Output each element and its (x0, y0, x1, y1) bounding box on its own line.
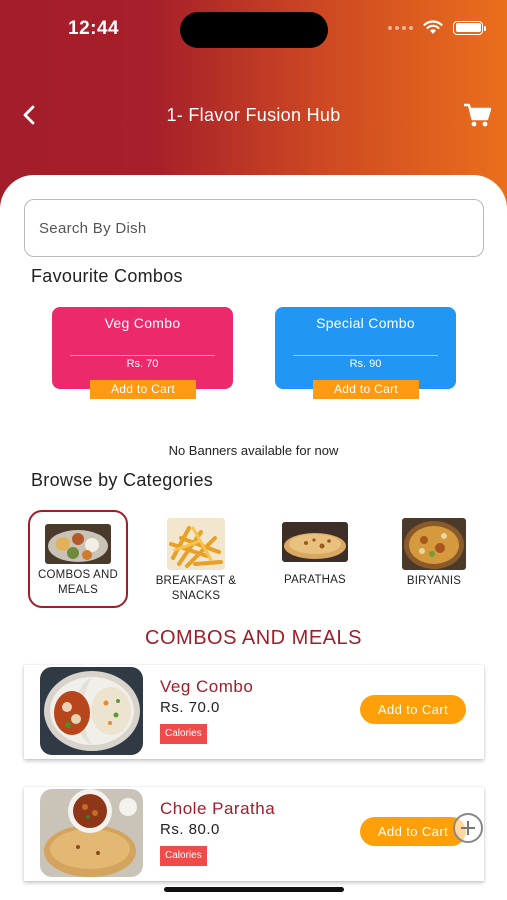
add-to-cart-button[interactable]: Add to Cart (313, 380, 419, 399)
divider (293, 355, 438, 356)
category-biryanis[interactable]: BIRYANIS (384, 512, 484, 589)
status-time: 12:44 (68, 18, 120, 39)
item-price: Rs. 70.0 (160, 699, 220, 716)
category-label: BREAKFAST & SNACKS (155, 575, 237, 602)
category-parathas[interactable]: PARATHAS (265, 512, 365, 588)
divider (70, 355, 215, 356)
combo-name: Veg Combo (104, 315, 181, 331)
combo-thali-image (45, 524, 111, 564)
paratha-image (282, 522, 348, 562)
wifi-icon (423, 20, 443, 34)
page-title: 1- Flavor Fusion Hub (166, 105, 341, 125)
search-input[interactable] (24, 199, 484, 257)
cart-icon[interactable] (463, 101, 493, 129)
category-label: COMBOS AND MEALS (38, 569, 118, 596)
home-indicator (164, 887, 344, 892)
no-banner-message: No Banners available for now (168, 443, 339, 458)
combo-price: Rs. 90 (349, 358, 382, 370)
category-label: PARATHAS (284, 574, 346, 586)
add-to-cart-button[interactable]: Add to Cart (360, 817, 466, 846)
add-to-cart-button[interactable]: Add to Cart (90, 380, 196, 399)
calories-badge: Calories (160, 846, 207, 866)
calories-badge: Calories (160, 724, 207, 744)
biryani-image (402, 518, 466, 570)
combo-card-veg[interactable]: Veg Combo Rs. 70 (52, 307, 233, 389)
item-price: Rs. 80.0 (160, 821, 220, 838)
menu-item-card[interactable]: Veg Combo Rs. 70.0 Calories Add to Cart (24, 665, 484, 759)
top-navigation: 1- Flavor Fusion Hub (0, 95, 507, 135)
browse-categories-title: Browse by Categories (31, 470, 214, 490)
combo-card-special[interactable]: Special Combo Rs. 90 (275, 307, 456, 389)
favourite-combos-title: Favourite Combos (31, 266, 183, 286)
combo-name: Special Combo (316, 315, 415, 331)
category-label: BIRYANIS (406, 575, 462, 587)
combo-price: Rs. 70 (126, 358, 159, 370)
veg-combo-image (40, 667, 143, 755)
battery-icon (453, 20, 486, 35)
menu-item-card[interactable]: Chole Paratha Rs. 80.0 Calories Add to C… (24, 787, 484, 881)
status-bar: 12:44 (0, 0, 507, 60)
add-to-cart-button[interactable]: Add to Cart (360, 695, 466, 724)
category-combos-and-meals[interactable]: COMBOS AND MEALS (28, 510, 128, 608)
dynamic-island (180, 12, 328, 48)
chole-paratha-image (40, 789, 143, 877)
status-icons (388, 20, 486, 35)
category-list-heading: COMBOS AND MEALS (145, 627, 362, 649)
fries-image (167, 518, 225, 570)
category-breakfast-and-snacks[interactable]: BREAKFAST & SNACKS (146, 512, 246, 604)
signal-icon (388, 25, 413, 30)
item-name: Chole Paratha (160, 799, 276, 818)
item-name: Veg Combo (160, 677, 254, 696)
plus-icon[interactable] (453, 813, 483, 843)
